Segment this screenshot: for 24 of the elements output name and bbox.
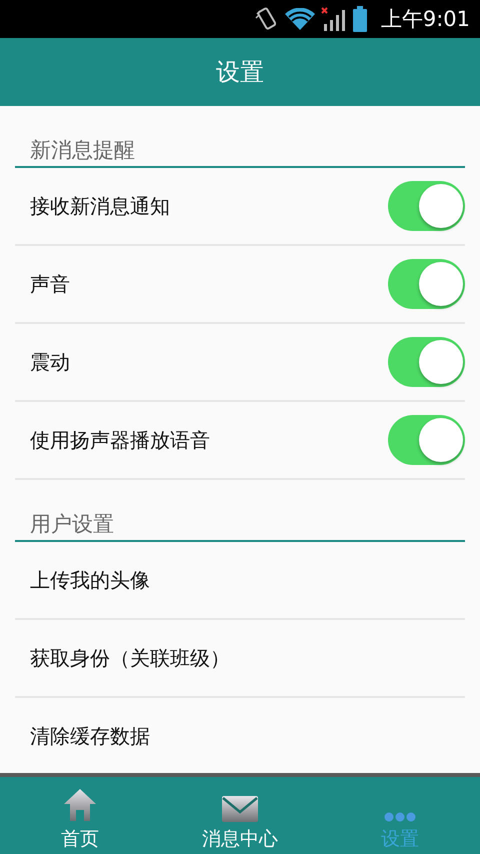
nav-tab[interactable]: 消息中心 (160, 777, 320, 854)
setting-label: 使用扬声器播放语音 (30, 426, 210, 454)
signal-icon (320, 6, 347, 32)
setting-label: 声音 (30, 270, 70, 298)
house-icon (63, 788, 97, 822)
more-icon (384, 812, 416, 822)
wifi-icon (284, 8, 315, 30)
setting-label[interactable]: 上传我的头像 (30, 566, 150, 594)
status-time: 上午9:01 (380, 6, 470, 33)
vibrate-icon (254, 6, 279, 32)
setting-label[interactable]: 获取身份（关联班级） (30, 644, 230, 672)
envelope-icon (222, 796, 258, 822)
section-header: 新消息提醒 (30, 138, 135, 162)
toggle-switch[interactable] (388, 181, 465, 231)
nav-tab[interactable]: 首页 (0, 777, 160, 854)
toggle-switch[interactable] (388, 415, 465, 465)
page-title: 设置 (216, 57, 264, 88)
toggle-switch[interactable] (388, 259, 465, 309)
toggle-switch[interactable] (388, 337, 465, 387)
setting-label: 震动 (30, 348, 70, 376)
battery-icon (352, 6, 367, 32)
setting-label[interactable]: 清除缓存数据 (30, 722, 150, 750)
section-header: 用户设置 (30, 512, 114, 536)
setting-label: 接收新消息通知 (30, 192, 170, 220)
